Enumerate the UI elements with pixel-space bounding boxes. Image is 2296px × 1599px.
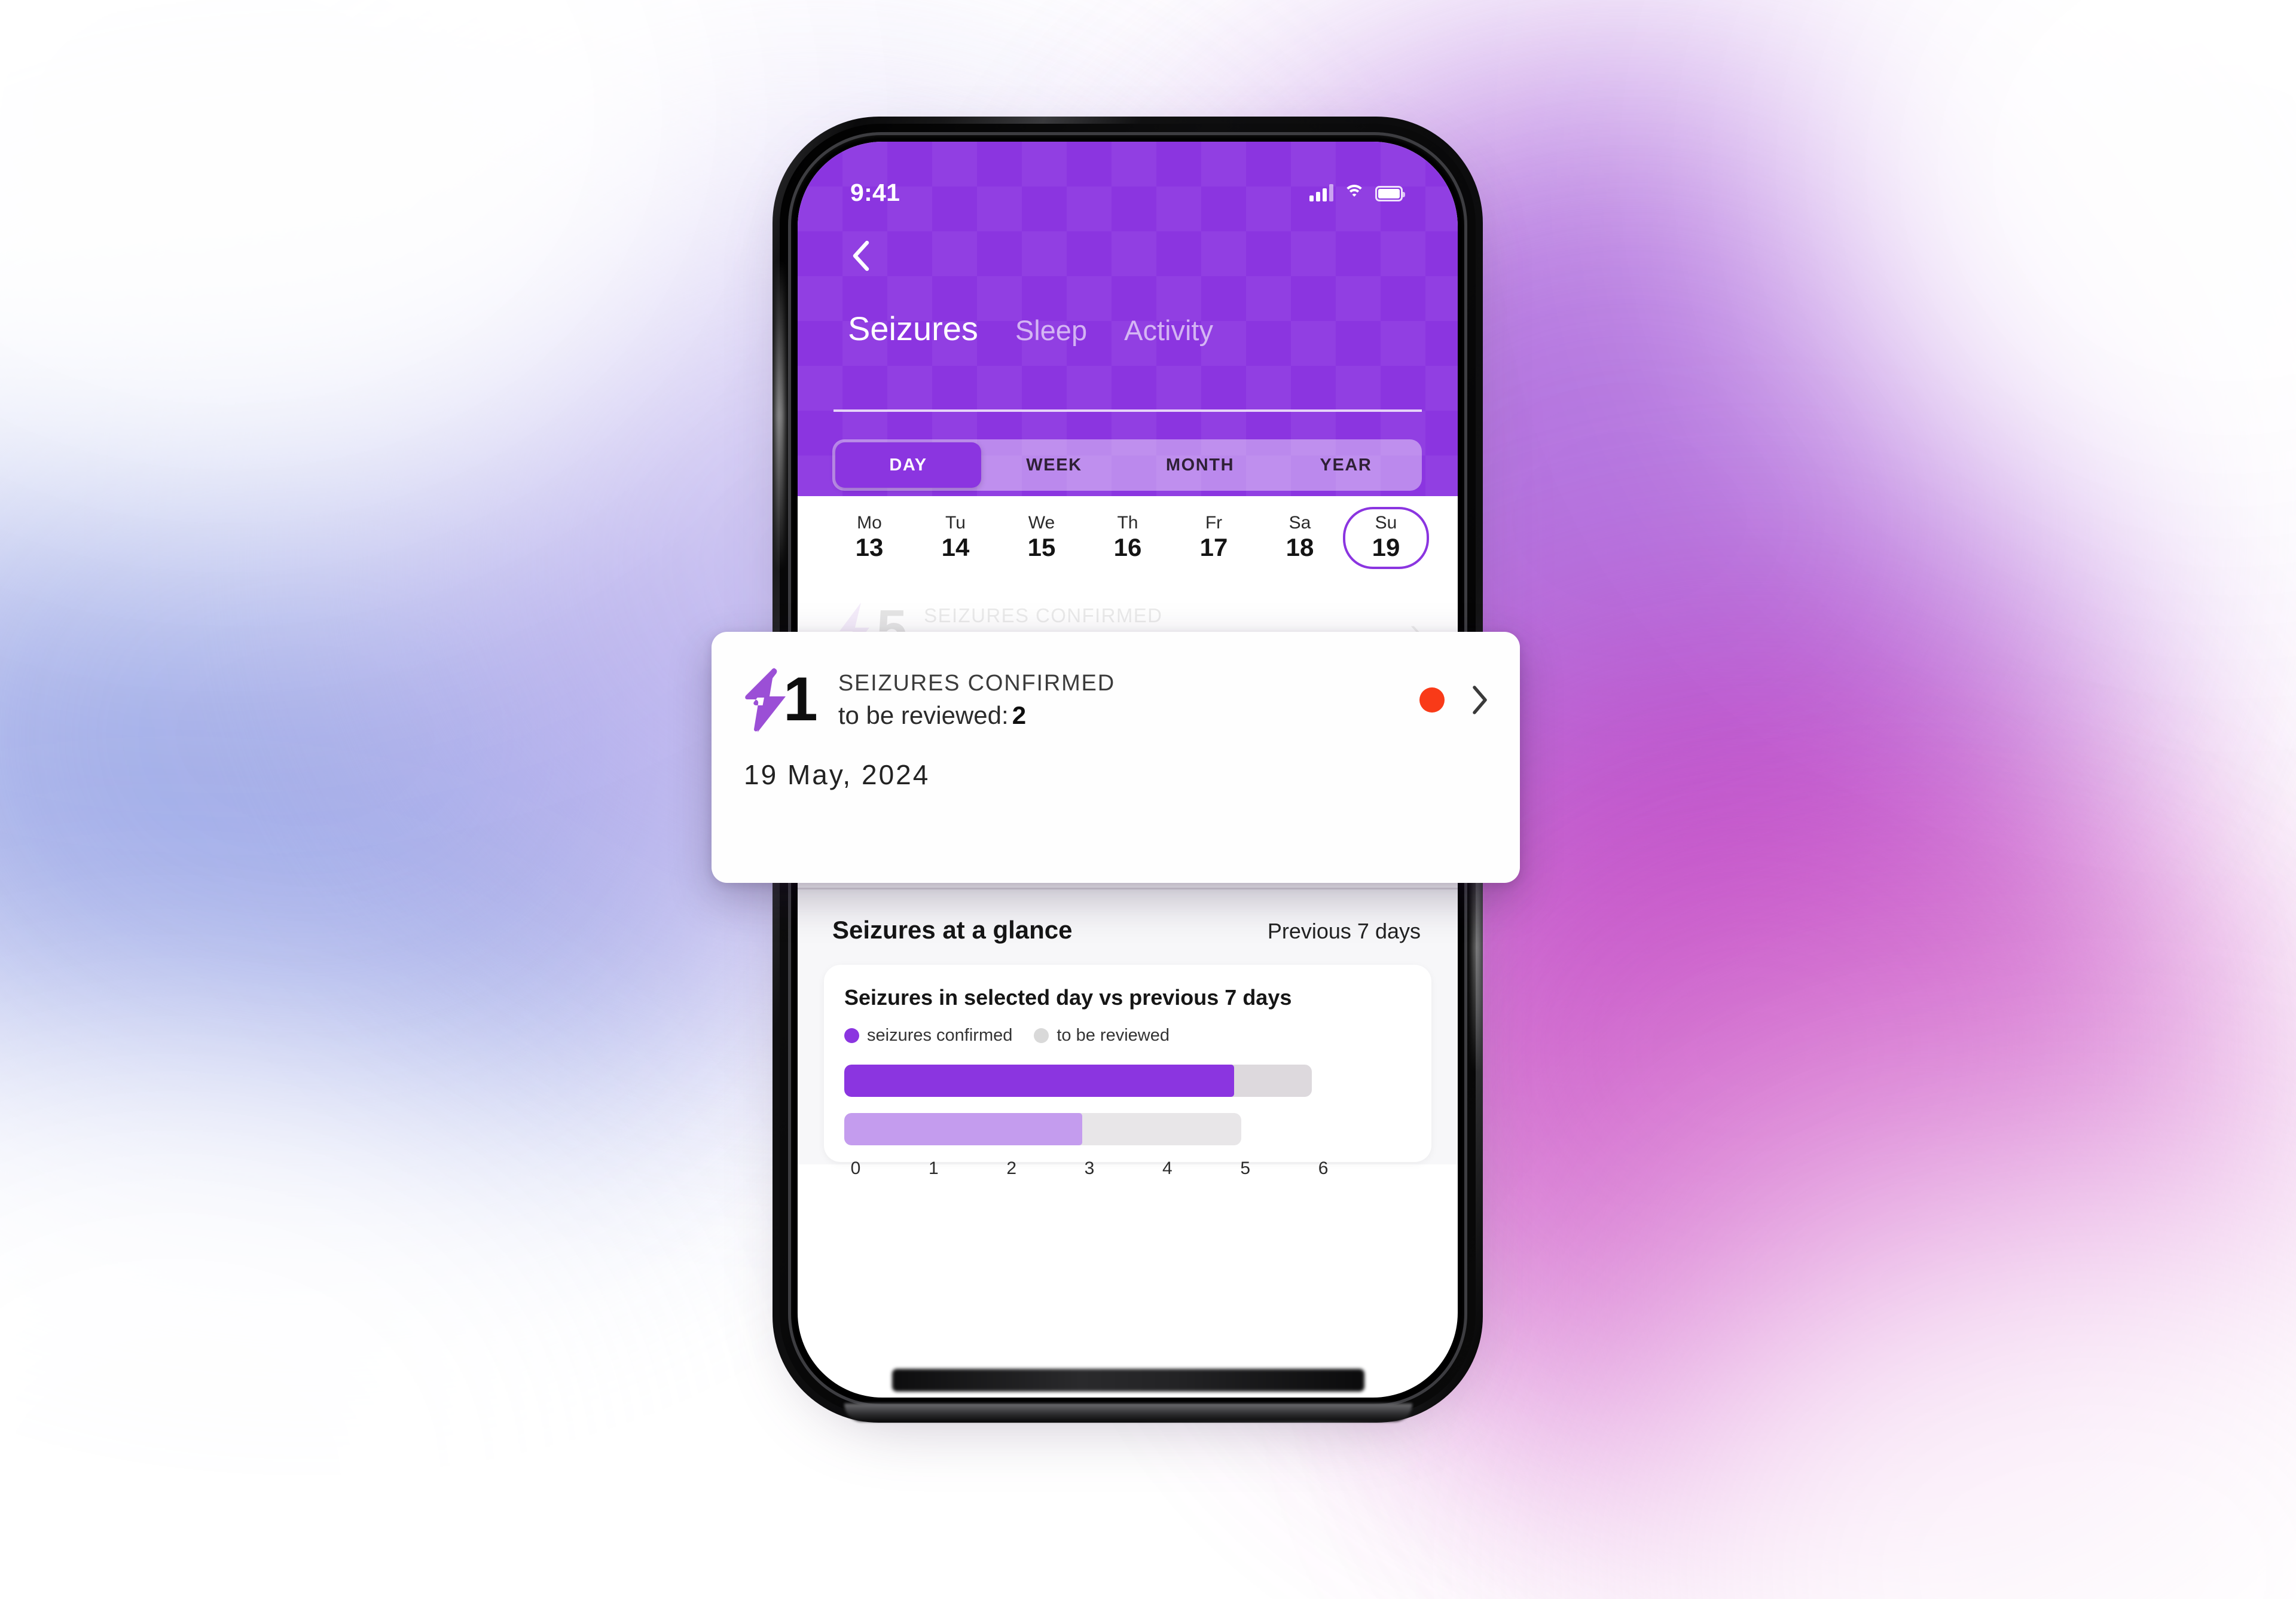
- legend-label-confirmed: seizures confirmed: [867, 1026, 1012, 1045]
- date-cell-dow: Th: [1117, 513, 1138, 533]
- range-option-year[interactable]: YEAR: [1273, 442, 1419, 488]
- x-axis-tick: 6: [1318, 1158, 1329, 1179]
- seizure-summary-card[interactable]: 1 SEIZURES CONFIRMED to be reviewed:2 19…: [712, 632, 1520, 883]
- range-option-month[interactable]: MONTH: [1127, 442, 1273, 488]
- alert-status-dot: [1419, 687, 1445, 713]
- phone-bottom-edge: [844, 1404, 1412, 1421]
- card-review-value: 2: [1012, 701, 1026, 729]
- x-axis-tick: 0: [851, 1158, 861, 1179]
- background-fade-top-left: [0, 0, 765, 562]
- comparison-chart-card: Seizures in selected day vs previous 7 d…: [824, 965, 1431, 1162]
- legend-item-confirmed: seizures confirmed: [844, 1026, 1012, 1045]
- date-cell-14[interactable]: Tu 14: [912, 507, 999, 568]
- back-button[interactable]: [837, 233, 884, 279]
- x-axis-tick: 1: [929, 1158, 939, 1179]
- date-cell-dow: We: [1028, 513, 1055, 533]
- bar-fill-review: [844, 1113, 1082, 1145]
- battery-icon: [1375, 186, 1403, 201]
- tab-activity[interactable]: Activity: [1124, 314, 1213, 347]
- date-cell-num: 19: [1372, 534, 1400, 561]
- chart-title: Seizures in selected day vs previous 7 d…: [844, 985, 1411, 1010]
- chevron-right-icon[interactable]: [1472, 685, 1488, 715]
- date-cell-dow: Su: [1375, 513, 1397, 533]
- x-axis-tick: 5: [1240, 1158, 1250, 1179]
- bar-fill-confirmed: [844, 1065, 1234, 1097]
- date-cell-dow: Sa: [1289, 513, 1311, 533]
- seizures-at-a-glance-section: Seizures at a glance Previous 7 days Sei…: [798, 889, 1458, 1164]
- legend-item-review: to be reviewed: [1034, 1026, 1170, 1045]
- status-bar: 9:41: [798, 175, 1458, 210]
- background-blob-blue: [0, 287, 813, 1184]
- phone-bottom-speaker: [892, 1369, 1364, 1392]
- date-cell-13[interactable]: Mo 13: [826, 507, 912, 568]
- wifi-icon: [1344, 185, 1365, 201]
- card-seizure-count: 1: [783, 672, 818, 728]
- glance-title: Seizures at a glance: [832, 916, 1073, 944]
- summary-confirmed-label: SEIZURES CONFIRMED: [924, 604, 1162, 627]
- tab-seizures[interactable]: Seizures: [848, 309, 978, 348]
- background-fade-bottom-right: [1614, 1184, 2296, 1599]
- legend-label-review: to be reviewed: [1057, 1026, 1170, 1045]
- date-cell-num: 15: [1028, 534, 1056, 561]
- x-axis-tick: 4: [1162, 1158, 1173, 1179]
- phone-glare-left: [775, 260, 784, 571]
- signal-bars-icon: [1309, 184, 1333, 201]
- chart-x-axis: 0 1 2 3 4 5 6: [844, 1158, 1411, 1185]
- chart-legend: seizures confirmed to be reviewed: [844, 1026, 1411, 1045]
- main-tabs: Seizures Sleep Activity: [848, 309, 1213, 348]
- chevron-left-icon: [851, 240, 869, 271]
- range-segmented-control: DAY WEEK MONTH YEAR: [832, 439, 1422, 491]
- screenshot-stage: 9:41: [0, 0, 2296, 1599]
- date-cell-dow: Fr: [1205, 513, 1222, 533]
- date-cell-num: 16: [1114, 534, 1142, 561]
- x-axis-tick: 2: [1006, 1158, 1016, 1179]
- card-date: 19 May, 2024: [744, 759, 1488, 791]
- date-cell-17[interactable]: Fr 17: [1171, 507, 1257, 568]
- date-cell-num: 14: [942, 534, 970, 561]
- date-cell-dow: Mo: [857, 513, 882, 533]
- glance-subtitle: Previous 7 days: [1268, 919, 1421, 944]
- legend-swatch-review: [1034, 1028, 1049, 1043]
- date-cell-18[interactable]: Sa 18: [1257, 507, 1343, 568]
- tab-sleep[interactable]: Sleep: [1015, 314, 1087, 347]
- background-fade-top-right: [1782, 0, 2296, 586]
- chart-bars: [844, 1065, 1411, 1145]
- date-cell-num: 18: [1286, 534, 1314, 561]
- date-cell-15[interactable]: We 15: [999, 507, 1085, 568]
- date-cell-num: 13: [856, 534, 884, 561]
- range-option-week[interactable]: WEEK: [981, 442, 1127, 488]
- date-cell-19-selected[interactable]: Su 19: [1343, 507, 1429, 568]
- bar-track-confirmed: [844, 1065, 1312, 1097]
- legend-swatch-confirmed: [844, 1028, 859, 1043]
- tab-divider: [833, 409, 1422, 412]
- app-header: 9:41: [798, 142, 1458, 496]
- card-review-prefix: to be reviewed:: [838, 701, 1009, 729]
- status-bar-time: 9:41: [850, 179, 900, 207]
- x-axis-tick: 3: [1085, 1158, 1095, 1179]
- range-option-day[interactable]: DAY: [835, 442, 981, 488]
- date-cell-16[interactable]: Th 16: [1085, 507, 1171, 568]
- date-strip: Mo 13 Tu 14 We 15 Th 16 Fr 17: [798, 496, 1458, 580]
- background-fade-bottom-left: [0, 1028, 682, 1599]
- date-cell-num: 17: [1200, 534, 1228, 561]
- date-cell-dow: Tu: [945, 513, 966, 533]
- bar-track-review: [844, 1113, 1241, 1145]
- card-confirmed-label: SEIZURES CONFIRMED: [838, 671, 1115, 696]
- background-blob-pink: [1531, 956, 2296, 1599]
